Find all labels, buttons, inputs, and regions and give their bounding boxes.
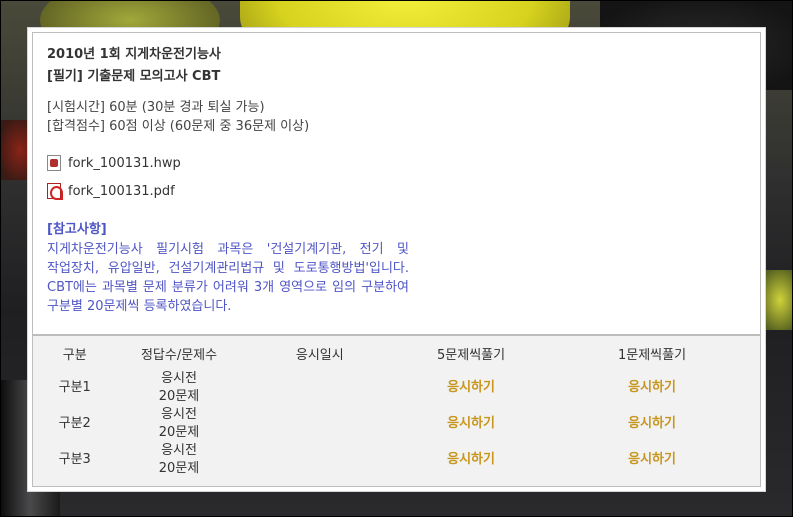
- exam-meta: [시험시간] 60분 (30분 경과 퇴실 가능) [합격점수] 60점 이상 …: [47, 98, 746, 136]
- score-cell: 응시전 20문제: [116, 442, 241, 478]
- status-text: 응시전: [161, 407, 197, 422]
- file-name[interactable]: fork_100131.pdf: [68, 184, 175, 199]
- table-row: 구분3 응시전 20문제 응시하기 응시하기: [33, 442, 760, 478]
- table-row: 구분1 응시전 20문제 응시하기 응시하기: [33, 370, 760, 406]
- status-text: 응시전: [161, 443, 197, 458]
- col-score: 정답수/문제수: [140, 347, 218, 363]
- score-cell: 응시전 20문제: [116, 406, 241, 442]
- exam-subtitle: [필기] 기출문제 모의고사 CBT: [47, 69, 221, 84]
- question-count: 20문제: [158, 461, 200, 476]
- pdf-file-icon: [47, 183, 63, 200]
- hwp-file-icon: [47, 155, 61, 171]
- file-link-pdf[interactable]: fork_100131.pdf: [47, 180, 746, 202]
- date-cell: [242, 370, 398, 406]
- col-date: 응시일시: [295, 347, 344, 363]
- exam-pass-score: [합격점수] 60점 이상 (60문제 중 36문제 이상): [47, 119, 310, 134]
- file-link-hwp[interactable]: fork_100131.hwp: [47, 152, 746, 174]
- take-one-button[interactable]: 응시하기: [544, 406, 760, 442]
- section-label: 구분3: [58, 452, 91, 467]
- table-row: 구분2 응시전 20문제 응시하기 응시하기: [33, 406, 760, 442]
- exam-panel-inner: 2010년 1회 지게차운전기능사 [필기] 기출문제 모의고사 CBT [시험…: [32, 32, 761, 487]
- score-cell: 응시전 20문제: [116, 370, 241, 406]
- exam-panel: 2010년 1회 지게차운전기능사 [필기] 기출문제 모의고사 CBT [시험…: [27, 27, 766, 492]
- take-one-button[interactable]: 응시하기: [544, 442, 760, 478]
- question-count: 20문제: [158, 389, 200, 404]
- date-cell: [242, 442, 398, 478]
- notes-heading: [참고사항]: [47, 222, 107, 237]
- file-name[interactable]: fork_100131.hwp: [68, 156, 181, 171]
- question-count: 20문제: [158, 425, 200, 440]
- table-header-row: 구분 정답수/문제수 응시일시 5문제씩풀기 1문제씩풀기: [33, 336, 760, 370]
- exam-title: 2010년 1회 지게차운전기능사: [47, 47, 221, 62]
- exam-info: 2010년 1회 지게차운전기능사 [필기] 기출문제 모의고사 CBT [시험…: [33, 33, 760, 336]
- col-one-question: 1문제씩풀기: [617, 347, 687, 363]
- exam-table-wrap: 구분 정답수/문제수 응시일시 5문제씩풀기 1문제씩풀기 구분1 응시전 20…: [33, 336, 760, 486]
- take-five-button[interactable]: 응시하기: [398, 442, 544, 478]
- col-section: 구분: [62, 347, 87, 363]
- take-five-button[interactable]: 응시하기: [398, 370, 544, 406]
- take-five-button[interactable]: 응시하기: [398, 406, 544, 442]
- notes-body: 지게차운전기능사 필기시험 과목은 '건설기계기관, 전기 및 작업장치, 유압…: [47, 242, 409, 314]
- take-one-button[interactable]: 응시하기: [544, 370, 760, 406]
- section-label: 구분1: [58, 380, 91, 395]
- col-five-questions: 5문제씩풀기: [437, 347, 506, 363]
- section-label: 구분2: [58, 416, 91, 431]
- exam-time: [시험시간] 60분 (30분 경과 퇴실 가능): [47, 100, 265, 115]
- date-cell: [242, 406, 398, 442]
- status-text: 응시전: [161, 371, 197, 386]
- exam-sections-table: 구분 정답수/문제수 응시일시 5문제씩풀기 1문제씩풀기 구분1 응시전 20…: [33, 336, 760, 478]
